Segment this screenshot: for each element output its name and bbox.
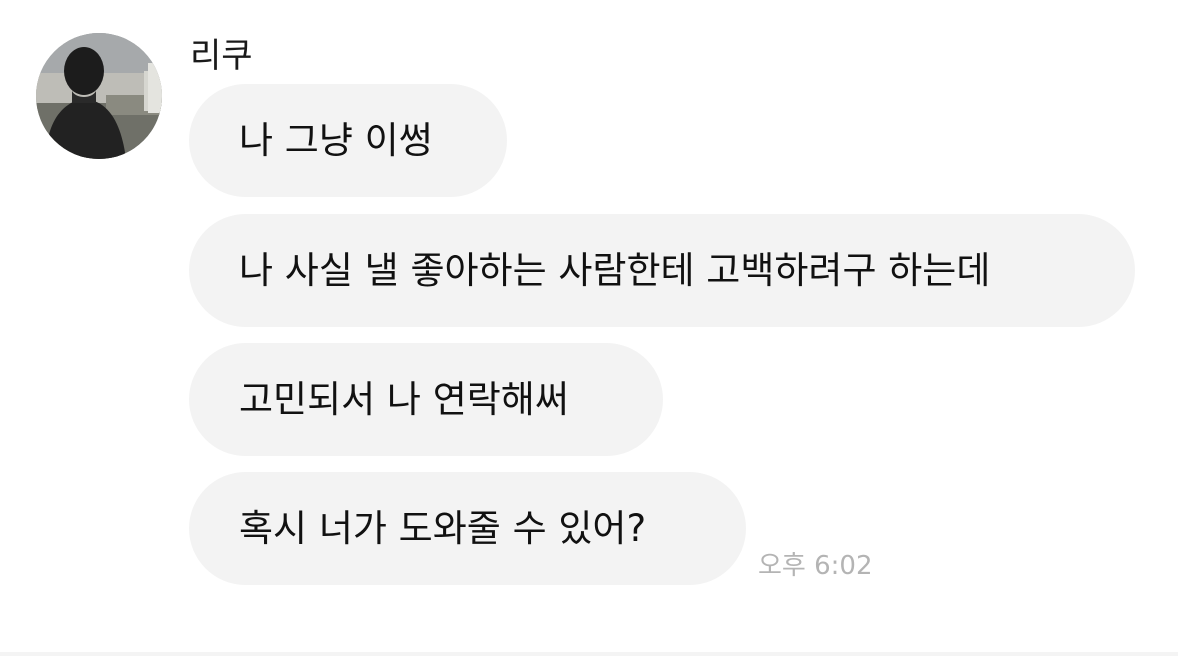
profile-photo-icon xyxy=(36,33,162,159)
avatar[interactable] xyxy=(36,33,162,159)
sender-name: 리쿠 xyxy=(190,36,253,76)
message-bubble[interactable]: 고민되서 나 연락해써 xyxy=(189,343,663,456)
message-bubble[interactable]: 나 그냥 이썽 xyxy=(189,84,507,197)
message-bubble[interactable]: 나 사실 낼 좋아하는 사람한테 고백하려구 하는데 xyxy=(189,214,1135,327)
message-timestamp: 오후 6:02 xyxy=(758,551,873,581)
message-bubble[interactable]: 혹시 너가 도와줄 수 있어? xyxy=(189,472,746,585)
divider xyxy=(0,652,1178,656)
